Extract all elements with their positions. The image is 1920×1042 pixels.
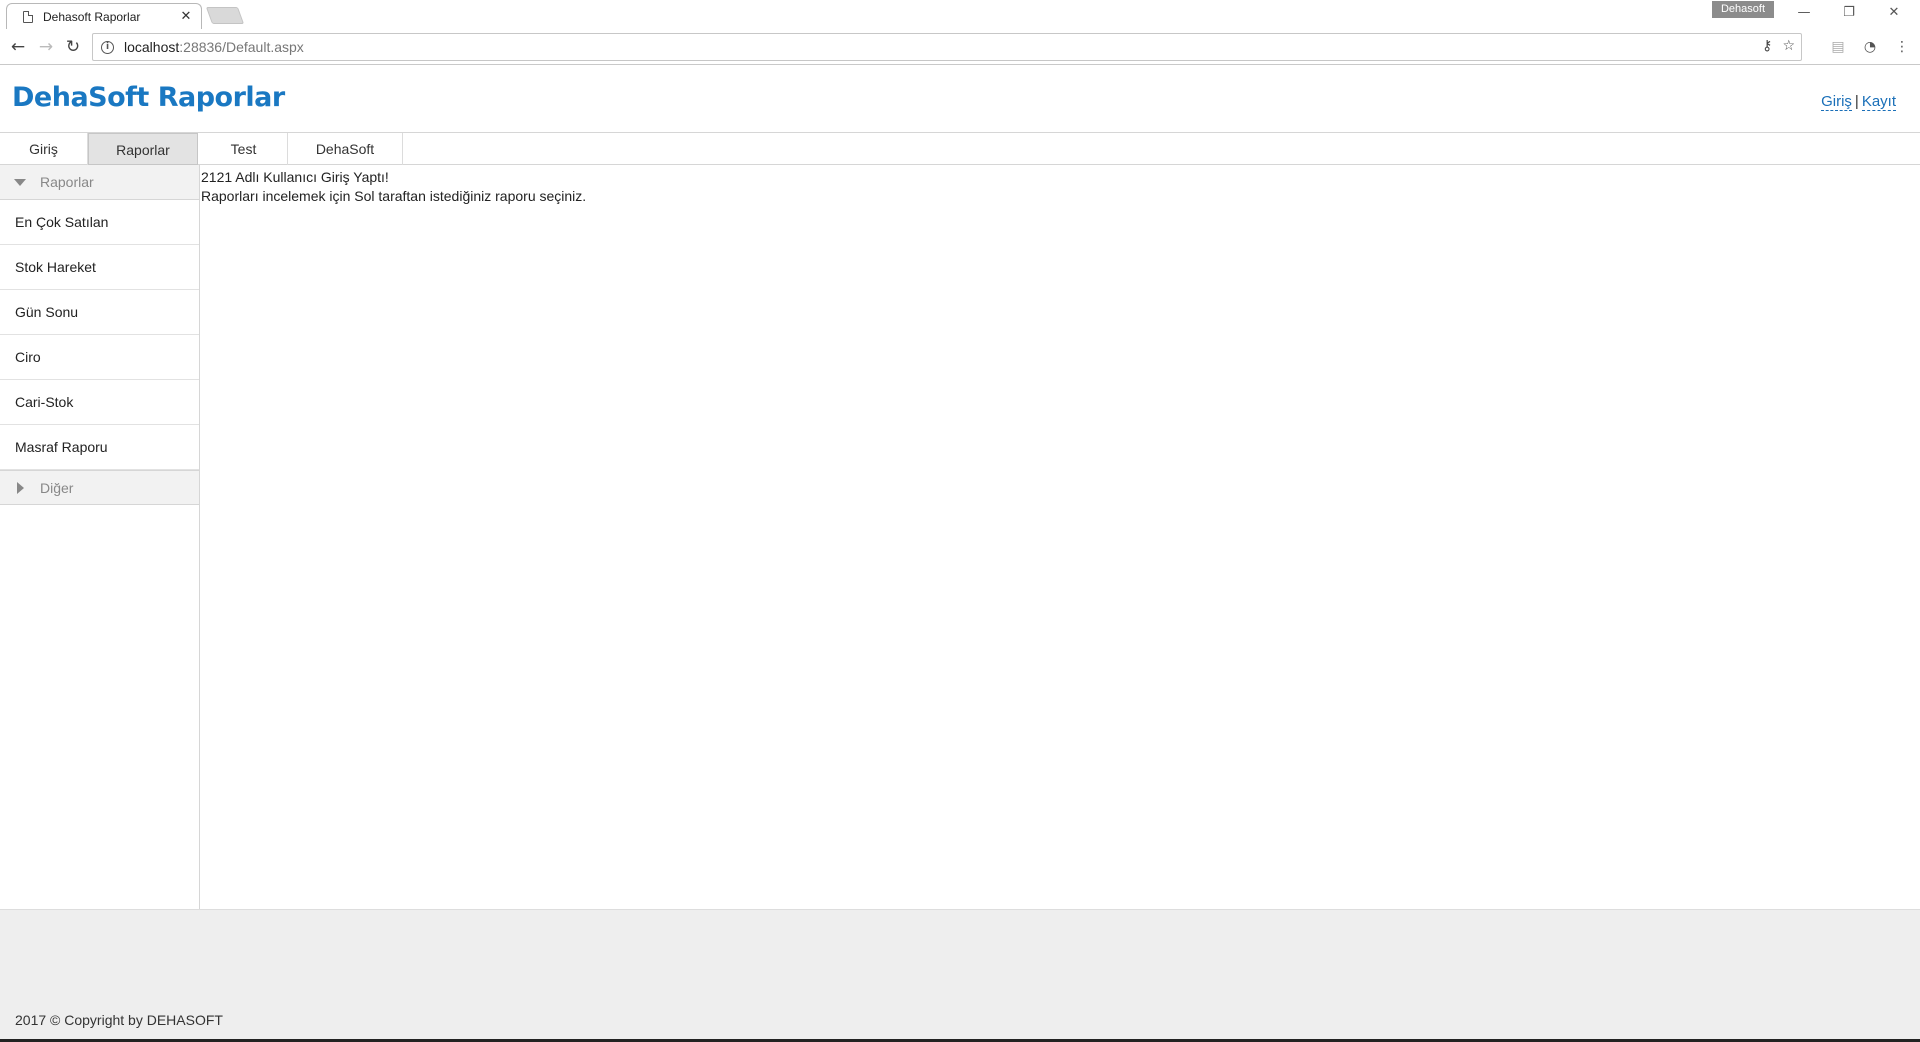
top-menu: Giriş Raporlar Test DehaSoft bbox=[0, 133, 1920, 165]
reload-icon[interactable]: ↻ bbox=[61, 35, 85, 59]
register-link[interactable]: Kayıt bbox=[1861, 93, 1896, 111]
url-host: localhost bbox=[124, 39, 180, 55]
sidebar-item-ciro[interactable]: Ciro bbox=[0, 335, 199, 380]
info-icon[interactable]: i bbox=[101, 40, 114, 54]
chevron-right-icon bbox=[17, 481, 24, 494]
tab-close-icon[interactable]: ✕ bbox=[177, 9, 195, 24]
site-header: DehaSoft Raporlar Giriş | Kayıt bbox=[0, 65, 1920, 133]
footer: 2017 © Copyright by DEHASOFT bbox=[0, 909, 1920, 1039]
menu-item-test[interactable]: Test bbox=[200, 133, 288, 165]
auth-links: Giriş | Kayıt bbox=[1821, 93, 1896, 111]
sidebar: Raporlar En Çok Satılan Stok Hareket Gün… bbox=[0, 165, 200, 909]
browser-toolbar: ← → ↻ i localhost:28836/Default.aspx ⚷ ☆… bbox=[0, 29, 1920, 65]
sidebar-item-cari-stok[interactable]: Cari-Stok bbox=[0, 380, 199, 425]
pdf-extension-icon[interactable]: ▤ bbox=[1829, 38, 1847, 56]
footer-copyright: 2017 © Copyright by DEHASOFT bbox=[15, 1012, 223, 1028]
menu-item-giris[interactable]: Giriş bbox=[0, 133, 88, 165]
address-bar[interactable]: i localhost:28836/Default.aspx ⚷ ☆ bbox=[92, 33, 1802, 61]
sidebar-item-stok-hareket[interactable]: Stok Hareket bbox=[0, 245, 199, 290]
restore-icon[interactable]: ❐ bbox=[1829, 3, 1869, 23]
page-icon bbox=[23, 10, 33, 23]
tab-title: Dehasoft Raporlar bbox=[43, 9, 141, 24]
minimize-icon[interactable]: — bbox=[1784, 3, 1824, 23]
sidebar-group-label: Diğer bbox=[40, 479, 74, 496]
close-window-icon[interactable]: ✕ bbox=[1874, 3, 1914, 23]
sidebar-item-masraf-raporu[interactable]: Masraf Raporu bbox=[0, 425, 199, 470]
new-tab-button[interactable] bbox=[205, 7, 245, 24]
login-link[interactable]: Giriş bbox=[1821, 93, 1852, 111]
key-icon[interactable]: ⚷ bbox=[1762, 38, 1772, 54]
browser-tab[interactable]: Dehasoft Raporlar ✕ bbox=[6, 3, 202, 29]
menu-dots-icon[interactable]: ⋮ bbox=[1893, 38, 1911, 56]
sidebar-group-raporlar[interactable]: Raporlar bbox=[0, 165, 199, 200]
speedometer-icon[interactable]: ◔ bbox=[1861, 38, 1879, 56]
sidebar-item-en-cok-satilan[interactable]: En Çok Satılan bbox=[0, 200, 199, 245]
menu-item-dehasoft[interactable]: DehaSoft bbox=[288, 133, 403, 165]
forward-icon[interactable]: → bbox=[34, 35, 58, 59]
profile-badge[interactable]: Dehasoft bbox=[1712, 1, 1774, 18]
url-path: :28836/Default.aspx bbox=[179, 39, 304, 55]
main-content: 2121 Adlı Kullanıcı Giriş Yaptı! Raporla… bbox=[201, 168, 586, 206]
auth-separator: | bbox=[1854, 93, 1859, 110]
instruction-message: Raporları incelemek için Sol taraftan is… bbox=[201, 188, 587, 204]
sidebar-group-diger[interactable]: Diğer bbox=[0, 470, 199, 505]
chevron-down-icon bbox=[14, 178, 26, 186]
sidebar-group-label: Raporlar bbox=[40, 174, 94, 190]
site-title: DehaSoft Raporlar bbox=[12, 82, 285, 113]
browser-tabstrip: Dehasoft Raporlar ✕ Dehasoft — ❐ ✕ bbox=[0, 0, 1920, 29]
welcome-message: 2121 Adlı Kullanıcı Giriş Yaptı! bbox=[201, 169, 389, 185]
menu-item-raporlar[interactable]: Raporlar bbox=[88, 133, 198, 165]
bookmark-star-icon[interactable]: ☆ bbox=[1782, 38, 1795, 54]
back-icon[interactable]: ← bbox=[6, 35, 30, 59]
sidebar-item-gun-sonu[interactable]: Gün Sonu bbox=[0, 290, 199, 335]
